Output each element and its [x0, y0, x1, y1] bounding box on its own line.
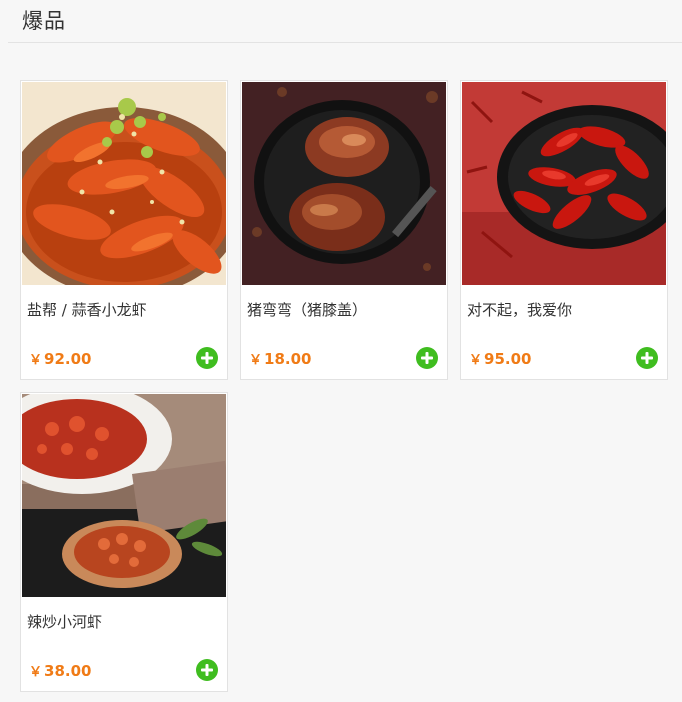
add-to-cart-button[interactable]	[416, 347, 438, 369]
product-image[interactable]	[22, 394, 226, 597]
product-card[interactable]: 猪弯弯（猪膝盖） ￥ 18.00	[240, 80, 448, 380]
product-name[interactable]: 对不起，我爱你	[467, 299, 572, 320]
product-card[interactable]: 盐帮 / 蒜香小龙虾 ￥ 92.00	[20, 80, 228, 380]
product-price: ￥ 38.00	[29, 661, 91, 680]
currency-symbol: ￥	[469, 353, 483, 368]
price-value: 38.00	[44, 662, 92, 680]
product-price: ￥ 95.00	[469, 349, 531, 368]
product-card[interactable]: 对不起，我爱你 ￥ 95.00	[460, 80, 668, 380]
currency-symbol: ￥	[29, 665, 43, 680]
add-to-cart-button[interactable]	[196, 347, 218, 369]
product-image[interactable]	[242, 82, 446, 285]
product-image[interactable]	[462, 82, 666, 285]
price-value: 92.00	[44, 350, 92, 368]
product-price: ￥ 92.00	[29, 349, 91, 368]
currency-symbol: ￥	[29, 353, 43, 368]
product-price: ￥ 18.00	[249, 349, 311, 368]
currency-symbol: ￥	[249, 353, 263, 368]
add-to-cart-button[interactable]	[196, 659, 218, 681]
add-to-cart-button[interactable]	[636, 347, 658, 369]
price-value: 18.00	[264, 350, 312, 368]
product-card[interactable]: 辣炒小河虾 ￥ 38.00	[20, 392, 228, 692]
product-name[interactable]: 猪弯弯（猪膝盖）	[247, 299, 367, 320]
product-image[interactable]	[22, 82, 226, 285]
section-header: 爆品	[8, 0, 682, 43]
section-title: 爆品	[22, 9, 66, 33]
product-name[interactable]: 辣炒小河虾	[27, 611, 102, 632]
price-value: 95.00	[484, 350, 532, 368]
product-name[interactable]: 盐帮 / 蒜香小龙虾	[27, 299, 147, 320]
